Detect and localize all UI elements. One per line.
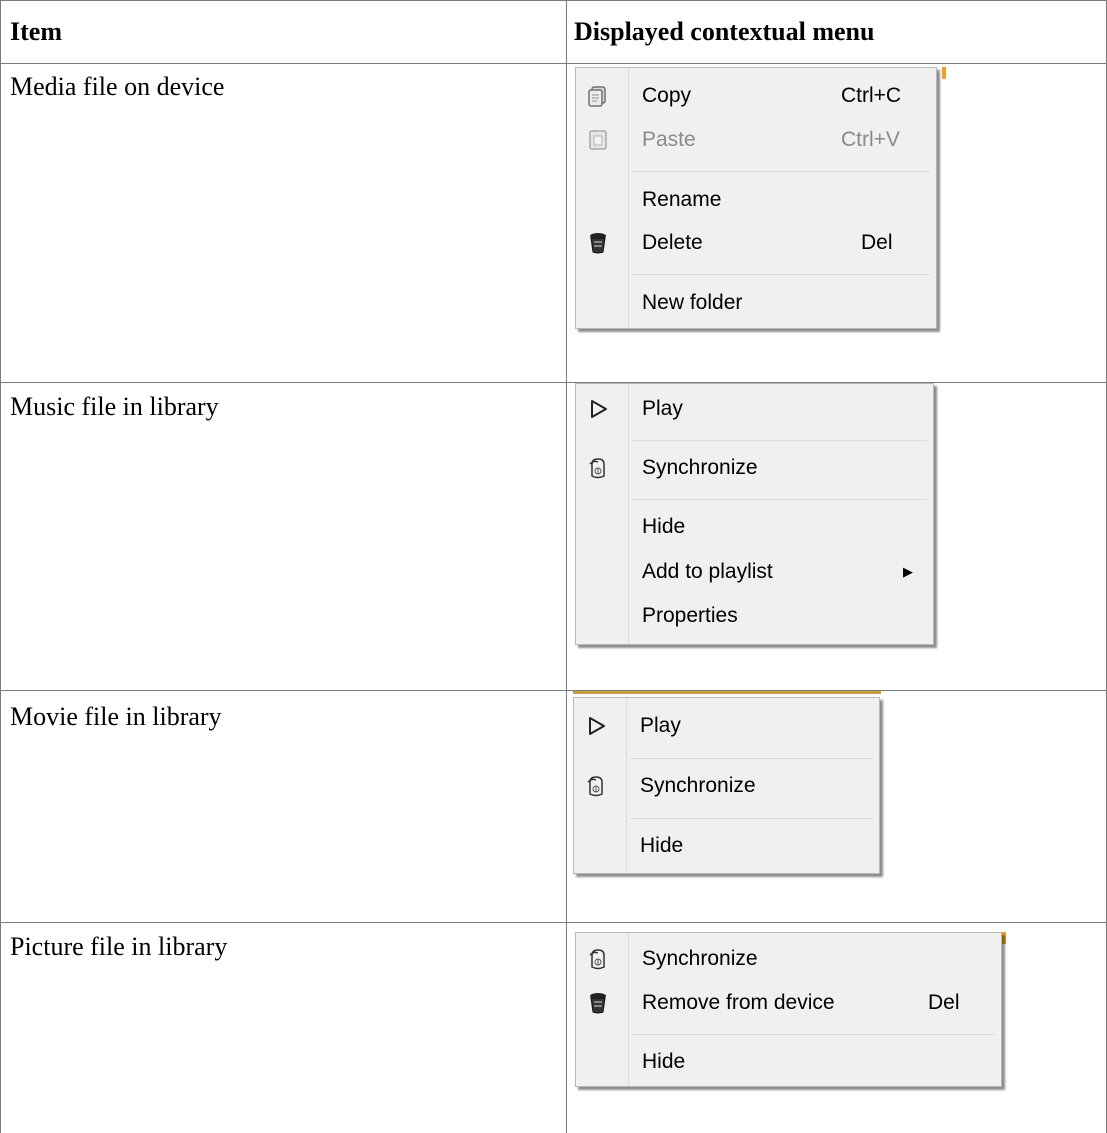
- menu-item-label: Rename: [642, 188, 722, 211]
- submenu-arrow-icon: ▶: [903, 564, 913, 579]
- menu-item-hide[interactable]: Hide: [576, 1042, 1001, 1082]
- menu-item-label: Hide: [642, 515, 686, 538]
- menu-item-hide[interactable]: Hide: [576, 507, 933, 547]
- menu-item-shortcut: Del: [861, 231, 893, 254]
- menu-item-synchronize[interactable]: Synchronize: [576, 448, 933, 488]
- row-divider: [0, 922, 1107, 923]
- menu-separator: [632, 499, 927, 500]
- menu-separator: [630, 758, 873, 759]
- menu-item-label: Hide: [640, 834, 684, 857]
- sync-icon: [589, 949, 605, 970]
- context-menu-picture: Synchronize Remove from device Del Hide: [575, 932, 1002, 1087]
- menu-item-label: Properties: [642, 604, 738, 627]
- menu-item-hide[interactable]: Hide: [574, 826, 879, 866]
- menu-item-play[interactable]: Play: [576, 389, 933, 429]
- trash-icon: [590, 993, 606, 1014]
- menu-item-delete[interactable]: Delete Del: [576, 223, 936, 263]
- menu-item-label: Hide: [642, 1050, 686, 1073]
- play-icon: [589, 717, 605, 735]
- context-menu-media: Copy Ctrl+C Paste Ctrl+V Rename Delete D…: [575, 67, 937, 329]
- menu-reference-table: Item Displayed contextual menu Media fil…: [0, 0, 1107, 1133]
- menu-item-synchronize[interactable]: Synchronize: [574, 766, 879, 806]
- menu-item-label: Synchronize: [640, 774, 756, 797]
- menu-item-label: Copy: [642, 84, 692, 107]
- copy-icon: [588, 86, 606, 107]
- accent-mark: [942, 67, 946, 79]
- column-divider: [566, 0, 567, 1133]
- item-label: Music file in library: [10, 392, 219, 421]
- menu-item-paste[interactable]: Paste Ctrl+V: [576, 120, 936, 160]
- menu-item-play[interactable]: Play: [574, 706, 879, 746]
- menu-item-label: New folder: [642, 291, 743, 314]
- menu-item-remove-from-device[interactable]: Remove from device Del: [576, 983, 1001, 1023]
- play-icon: [591, 400, 607, 418]
- menu-item-new-folder[interactable]: New folder: [576, 283, 936, 323]
- table-border-left: [0, 0, 1, 1133]
- sync-icon: [587, 776, 603, 797]
- menu-item-label: Play: [640, 714, 681, 737]
- menu-separator: [632, 440, 927, 441]
- menu-item-label: Synchronize: [642, 456, 758, 479]
- item-label: Picture file in library: [10, 932, 228, 961]
- menu-item-label: Delete: [642, 231, 703, 254]
- header-menu: Displayed contextual menu: [574, 17, 875, 46]
- paste-icon: [589, 130, 607, 150]
- menu-item-properties[interactable]: Properties: [576, 596, 933, 636]
- menu-item-synchronize[interactable]: Synchronize: [576, 939, 1001, 979]
- menu-item-add-to-playlist[interactable]: Add to playlist ▶: [576, 552, 933, 592]
- menu-item-label: Play: [642, 397, 683, 420]
- header-item: Item: [10, 17, 62, 46]
- row-divider: [0, 690, 1107, 691]
- menu-item-copy[interactable]: Copy Ctrl+C: [576, 76, 936, 116]
- item-label: Movie file in library: [10, 702, 222, 731]
- menu-separator: [630, 818, 873, 819]
- context-menu-music: Play Synchronize Hide Add to playlist ▶ …: [575, 383, 934, 645]
- menu-item-label: Add to playlist: [642, 560, 773, 583]
- menu-separator: [632, 274, 930, 275]
- menu-item-shortcut: Ctrl+C: [841, 84, 902, 107]
- accent-mark: [1002, 932, 1006, 944]
- row-divider: [0, 382, 1107, 383]
- menu-separator: [632, 171, 930, 172]
- menu-separator: [632, 1034, 995, 1035]
- trash-icon: [590, 233, 606, 254]
- table-border-top: [0, 0, 1107, 1]
- menu-item-label: Paste: [642, 128, 696, 151]
- menu-item-rename[interactable]: Rename: [576, 180, 936, 220]
- sync-icon: [589, 458, 605, 479]
- context-menu-movie: Play Synchronize Hide: [573, 697, 880, 874]
- menu-item-shortcut: Ctrl+V: [841, 128, 900, 151]
- accent-mark: [573, 691, 881, 694]
- menu-item-label: Remove from device: [642, 991, 835, 1014]
- menu-item-shortcut: Del: [928, 991, 960, 1014]
- row-divider: [0, 63, 1107, 64]
- menu-item-label: Synchronize: [642, 947, 758, 970]
- item-label: Media file on device: [10, 72, 225, 101]
